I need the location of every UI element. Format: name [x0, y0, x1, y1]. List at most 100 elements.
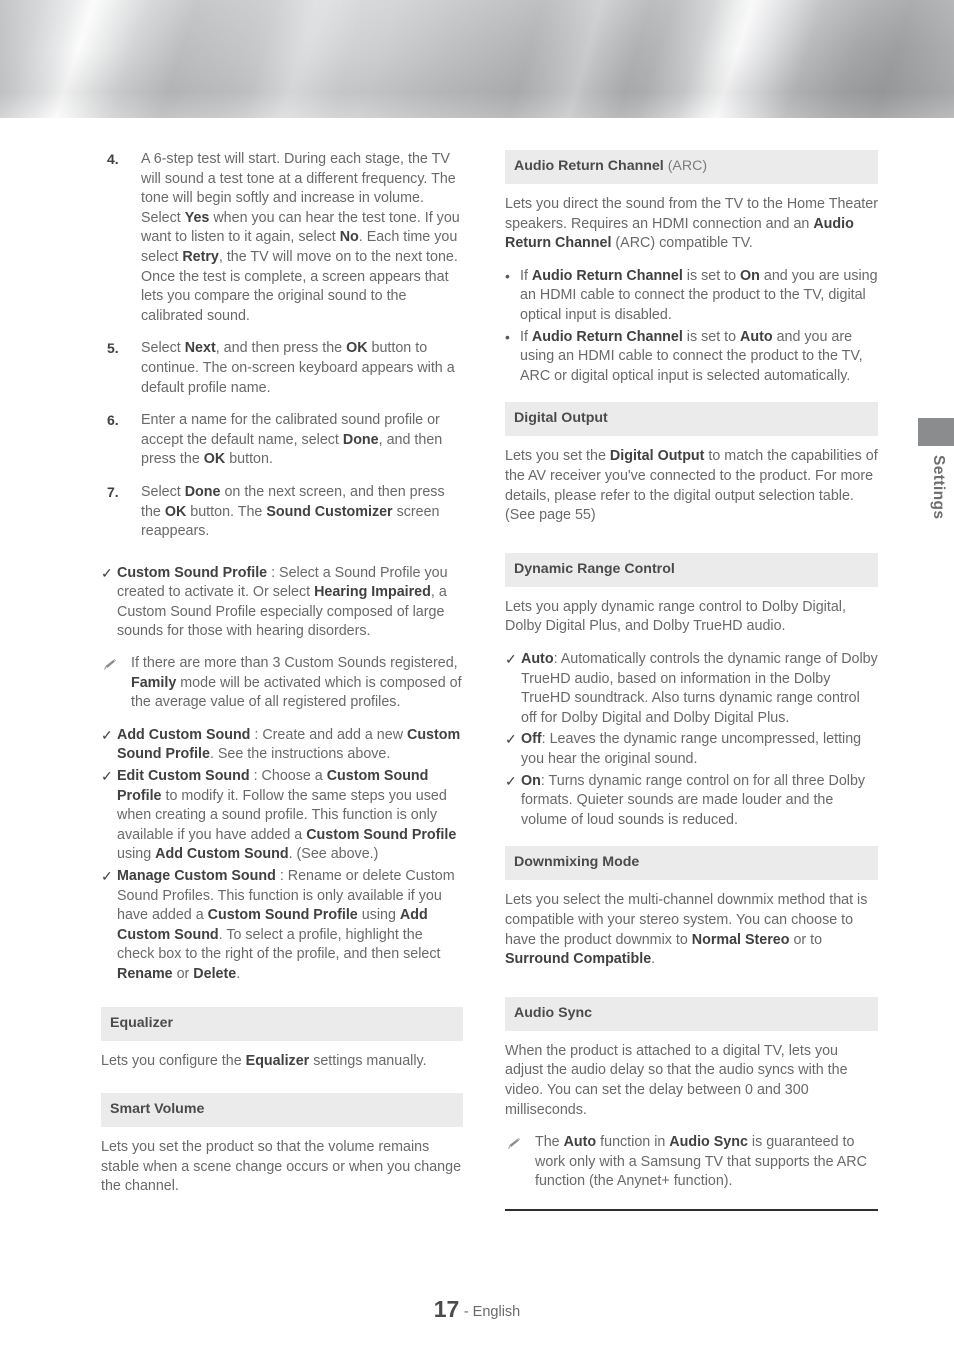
body-text: When the product is attached to a digita…: [505, 1042, 848, 1118]
section-header: Dynamic Range Control: [505, 552, 878, 587]
emphasis-text: Audio Return Channel: [531, 328, 683, 345]
step-body: Select Next, and then press the OK butto…: [141, 339, 463, 398]
bullet-icon: •: [505, 328, 510, 345]
body-text: . See the instructions above.: [209, 746, 391, 763]
paragraph: Lets you apply dynamic range control to …: [505, 598, 878, 637]
emphasis-text: Surround Compatible: [505, 951, 652, 968]
body-text: settings manually.: [309, 1052, 427, 1069]
paragraph: When the product is attached to a digita…: [505, 1042, 878, 1120]
section-header-suffix: (ARC): [663, 158, 708, 174]
page-language: - English: [463, 1304, 521, 1320]
emphasis-text: Family: [131, 674, 177, 691]
body-text: is set to: [682, 328, 741, 345]
note-body: The Auto function in Audio Sync is guara…: [535, 1133, 878, 1192]
body-text: mode will be activated which is composed…: [131, 674, 462, 711]
body-text: or to: [789, 931, 823, 948]
numbered-step: 7. Select Done on the next screen, and th…: [101, 483, 463, 542]
numbered-step: 4. A 6-step test will start. During each …: [101, 150, 463, 326]
section-header: Downmixing Mode: [505, 846, 878, 881]
emphasis-text: Retry: [182, 248, 219, 265]
body-text: is set to: [682, 267, 741, 284]
step-number: 4.: [107, 151, 119, 167]
numbered-step: 5. Select Next, and then press the OK but…: [101, 339, 463, 398]
emphasis-text: Edit Custom Sound: [117, 768, 250, 785]
body-text: .: [651, 951, 656, 968]
note-block: The Auto function in Audio Sync is guara…: [505, 1133, 878, 1192]
paragraph: Lets you set the Digital Output to match…: [505, 447, 878, 525]
emphasis-text: Done: [184, 483, 221, 500]
check-icon: ✓: [101, 868, 113, 884]
check-item: ✓ Auto: Automatically controls the dynami…: [505, 650, 878, 728]
page-number: 17: [433, 1296, 460, 1322]
check-icon: ✓: [505, 651, 517, 667]
emphasis-text: No: [339, 229, 359, 246]
body-text: : Turns dynamic range control on for all…: [521, 772, 866, 828]
right-column: Audio Return Channel (ARC) Lets you direc…: [505, 150, 878, 1211]
check-item-body: On: Turns dynamic range control on for a…: [521, 772, 878, 831]
side-tab-marker: [918, 418, 954, 446]
section-header: Audio Sync: [505, 996, 878, 1031]
emphasis-text: Add Custom Sound: [117, 726, 251, 743]
body-text: using: [117, 846, 156, 863]
section-header-label: Smart Volume: [110, 1101, 205, 1118]
body-text: Select: [141, 340, 185, 357]
body-text: If: [520, 328, 532, 345]
step-body: A 6-step test will start. During each st…: [141, 150, 463, 326]
section-header: Equalizer: [101, 1006, 463, 1041]
bullet-item: • If Audio Return Channel is set to On an…: [505, 267, 878, 326]
body-text: : Leaves the dynamic range uncompressed,…: [521, 731, 862, 767]
check-item-body: Custom Sound Profile : Select a Sound Pr…: [117, 564, 463, 642]
body-text: button.: [225, 451, 273, 468]
check-item-body: Auto: Automatically controls the dynamic…: [521, 650, 878, 728]
emphasis-text: Audio Return Channel: [531, 267, 683, 284]
section-header-label: Digital Output: [514, 410, 608, 427]
check-icon: ✓: [101, 768, 113, 785]
check-icon: ✓: [505, 731, 517, 748]
bullet-item: • If Audio Return Channel is set to Auto …: [505, 328, 878, 387]
step-number: 7.: [107, 483, 119, 500]
emphasis-text: OK: [203, 451, 226, 468]
note-icon-wrap: [101, 654, 131, 713]
body-text: : Automatically controls the dynamic ran…: [521, 651, 878, 726]
body-text: : Choose a: [249, 768, 327, 785]
emphasis-text: Off: [521, 731, 542, 748]
step-body: Enter a name for the calibrated sound pr…: [141, 411, 463, 470]
body-text: Lets you apply dynamic range control to …: [505, 598, 846, 635]
emphasis-text: OK: [164, 503, 187, 520]
emphasis-text: Auto: [521, 651, 554, 667]
side-tab-settings: Settings: [918, 418, 954, 519]
body-text: If: [520, 267, 532, 284]
emphasis-text: Done: [342, 431, 379, 448]
banner-sheen-highlight-left: [0, 0, 954, 118]
emphasis-text: Auto: [740, 328, 773, 345]
check-item: ✓ On: Turns dynamic range control on for …: [505, 772, 878, 831]
emphasis-text: Audio Sync: [669, 1134, 748, 1151]
check-item: ✓ Custom Sound Profile : Select a Sound P…: [101, 564, 463, 642]
emphasis-text: Digital Output: [609, 448, 705, 465]
body-text: .: [236, 965, 241, 982]
check-item-body: Off: Leaves the dynamic range uncompress…: [521, 730, 878, 769]
body-text: If there are more than 3 Custom Sounds r…: [131, 655, 458, 672]
note-icon-wrap: [505, 1133, 535, 1192]
body-text: , and then press the: [215, 340, 347, 357]
numbered-step: 6. Enter a name for the calibrated sound …: [101, 411, 463, 470]
body-text: function in: [596, 1134, 670, 1151]
header-banner: [0, 0, 954, 118]
emphasis-text: Normal Stereo: [691, 931, 790, 948]
section-header: Audio Return Channel (ARC): [505, 150, 878, 185]
emphasis-text: Rename: [117, 965, 173, 982]
emphasis-text: Delete: [193, 965, 237, 982]
body-text: or: [172, 965, 194, 982]
check-icon: ✓: [101, 564, 113, 581]
emphasis-text: Yes: [184, 209, 210, 226]
body-text: . (See above.): [288, 846, 379, 863]
emphasis-text: Custom Sound Profile: [207, 907, 358, 924]
section-divider: [505, 1208, 878, 1211]
body-text: Select: [141, 483, 185, 500]
step-number: 6.: [107, 412, 119, 429]
check-item-body: Add Custom Sound : Create and add a new …: [117, 726, 463, 765]
